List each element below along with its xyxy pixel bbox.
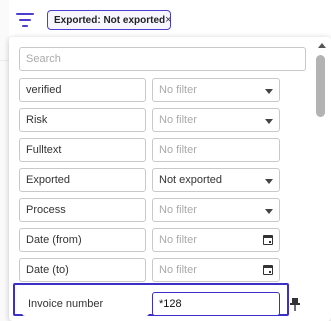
filter-value-select[interactable]: Not exported (152, 168, 280, 192)
chip-label: Exported: Not exported (54, 14, 166, 26)
filter-value-select[interactable]: No filter (152, 108, 280, 132)
filter-date-input[interactable]: No filter (152, 258, 280, 282)
filter-name-field: Fulltext (19, 138, 146, 162)
filter-name-field: Date (from) (19, 228, 146, 252)
filter-icon[interactable] (16, 12, 34, 28)
calendar-icon[interactable] (263, 235, 273, 245)
filter-value-text: No filter (159, 204, 197, 216)
filter-value-select[interactable]: No filter (152, 78, 280, 102)
filter-value-text: Not exported (159, 174, 222, 186)
filter-name-field: Risk (19, 108, 146, 132)
chip-close-icon[interactable]: × (165, 14, 171, 26)
scroll-up-icon[interactable] (318, 43, 326, 48)
filter-value-select[interactable]: No filter (152, 198, 280, 222)
chevron-down-icon[interactable] (265, 89, 273, 94)
filter-popup: Search verified No filter Risk No filter Ful… (9, 37, 331, 321)
scrollbar-thumb[interactable] (316, 55, 325, 117)
search-input[interactable]: Search (19, 47, 306, 71)
filter-value-text: *128 (159, 298, 182, 310)
filter-name-field: Invoice number (22, 292, 149, 316)
filter-value-text: No filter (159, 114, 197, 126)
filter-value-text: No filter (159, 264, 197, 276)
filter-name-field: Date (to) (19, 258, 146, 282)
pin-icon[interactable] (289, 297, 301, 311)
filter-name-field: Exported (19, 168, 146, 192)
filter-value-input[interactable]: *128 (152, 292, 280, 316)
chevron-down-icon[interactable] (265, 179, 273, 184)
filter-name-field: verified (19, 78, 146, 102)
background-panel (0, 0, 9, 321)
chevron-down-icon[interactable] (265, 209, 273, 214)
filter-value-text: No filter (159, 144, 197, 156)
filter-value-text: No filter (159, 84, 197, 96)
chevron-down-icon[interactable] (265, 119, 273, 124)
filter-value-text: No filter (159, 234, 197, 246)
calendar-icon[interactable] (263, 265, 273, 275)
filter-name-field: Process (19, 198, 146, 222)
active-filter-chip[interactable]: Exported: Not exported × (47, 10, 172, 30)
filter-value-input[interactable]: No filter (152, 138, 280, 162)
filter-date-input[interactable]: No filter (152, 228, 280, 252)
